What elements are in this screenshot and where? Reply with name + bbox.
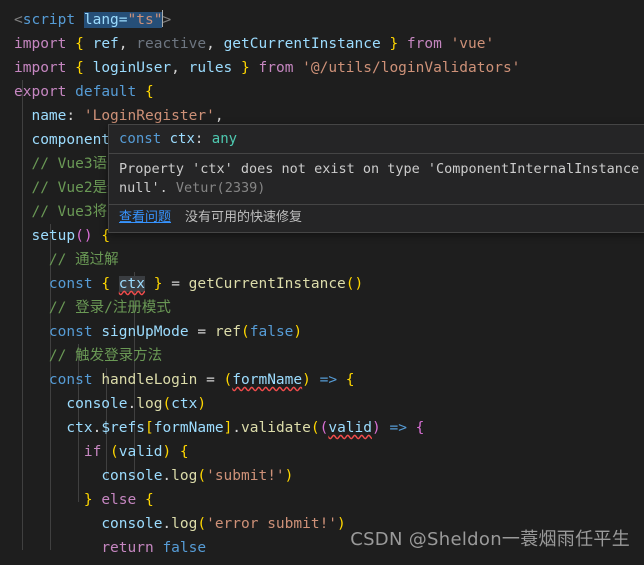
hover-message: Property 'ctx' does not exist on type 'C… xyxy=(109,154,644,204)
code-line-19[interactable]: if (valid) { xyxy=(0,440,644,464)
code-line-1[interactable]: <script lang="ts"> xyxy=(0,8,644,32)
hover-signature-type: any xyxy=(211,131,238,147)
view-problem-link[interactable]: 查看问题 xyxy=(119,209,171,227)
code-line-18[interactable]: ctx.$refs[formName].validate((valid) => … xyxy=(0,416,644,440)
hover-tooltip[interactable]: const ctx: any Property 'ctx' does not e… xyxy=(108,124,644,233)
hover-signature-name: ctx xyxy=(169,131,195,147)
hover-signature-const: const xyxy=(119,131,162,147)
no-quick-fix-note: 没有可用的快速修复 xyxy=(185,210,303,225)
code-line-2[interactable]: import { ref, reactive, getCurrentInstan… xyxy=(0,32,644,56)
code-line-17[interactable]: console.log(ctx) xyxy=(0,392,644,416)
code-line-12[interactable]: const { ctx } = getCurrentInstance() xyxy=(0,272,644,296)
hover-message-source: Vetur(2339) xyxy=(175,180,266,196)
code-line-16[interactable]: const handleLogin = (formName) => { xyxy=(0,368,644,392)
code-line-11[interactable]: // 通过解 xyxy=(0,248,644,272)
csdn-watermark: CSDN @Sheldon一蓑烟雨任平生 xyxy=(350,529,630,550)
code-line-20[interactable]: console.log('submit!') xyxy=(0,464,644,488)
hover-signature-colon: : xyxy=(194,131,204,147)
hover-signature: const ctx: any xyxy=(109,125,644,153)
code-line-21[interactable]: } else { xyxy=(0,488,644,512)
code-line-13[interactable]: // 登录/注册模式 xyxy=(0,296,644,320)
code-line-3[interactable]: import { loginUser, rules } from '@/util… xyxy=(0,56,644,80)
code-line-24[interactable]: } xyxy=(0,560,644,565)
code-line-4[interactable]: export default { xyxy=(0,80,644,104)
code-line-14[interactable]: const signUpMode = ref(false) xyxy=(0,320,644,344)
code-line-15[interactable]: // 触发登录方法 xyxy=(0,344,644,368)
code-editor[interactable]: <script lang="ts"> import { ref, reactiv… xyxy=(0,0,644,565)
code-lines[interactable]: <script lang="ts"> import { ref, reactiv… xyxy=(0,0,644,565)
hover-actions[interactable]: 查看问题 没有可用的快速修复 xyxy=(109,205,644,232)
